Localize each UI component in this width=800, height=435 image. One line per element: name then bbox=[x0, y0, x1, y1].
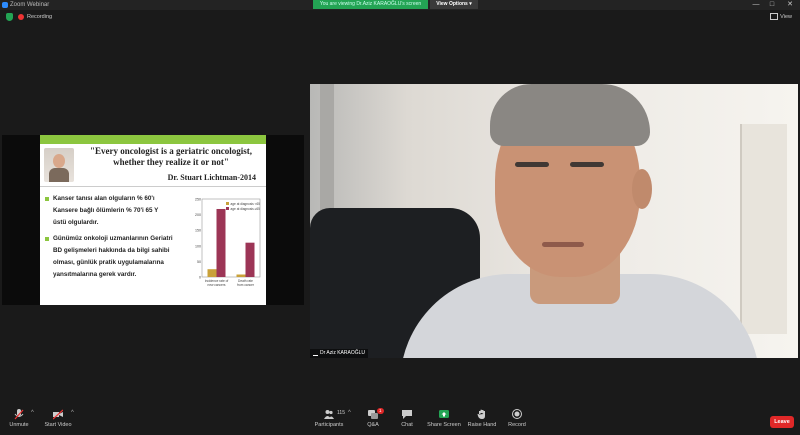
speaker-brow bbox=[570, 162, 604, 167]
raise-hand-label: Raise Hand bbox=[467, 422, 497, 428]
signal-icon bbox=[313, 350, 318, 356]
chat-label: Chat bbox=[401, 422, 413, 428]
quote-line-1: "Every oncologist is a geriatric oncolog… bbox=[90, 146, 252, 156]
bullet-text: üstü olgulardır. bbox=[53, 219, 99, 226]
share-screen-icon bbox=[439, 410, 449, 418]
speaker-name-tag: Dr Aziz KARAOĞLU bbox=[310, 349, 369, 358]
legend-label: age at diagnosis <65 bbox=[231, 202, 261, 206]
bullet-text: Günümüz onkoloji uzmanlarının Geriatri bbox=[53, 235, 173, 242]
title-bar: Zoom Webinar You are viewing Dr.Aziz KAR… bbox=[0, 0, 800, 10]
chart-bar bbox=[245, 242, 255, 277]
start-video-label: Start Video bbox=[44, 422, 72, 428]
slide-header-bar bbox=[40, 135, 266, 144]
portrait-photo bbox=[44, 148, 74, 182]
bullet-text: Kanser tanısı alan olguların % 60'ı bbox=[53, 195, 155, 202]
slide-chart: 250 200 150 100 50 0 Incidence rate of new canc… bbox=[188, 193, 264, 301]
shield-icon[interactable] bbox=[6, 13, 13, 21]
x-tick-label: new cancers bbox=[208, 283, 226, 287]
slide-bullets: Kanser tanısı alan olguların % 60'ı Kans… bbox=[44, 193, 184, 285]
legend-label: age at diagnosis ≥65 bbox=[231, 207, 261, 211]
bullet-text: olması, günlük pratik uygulamalarına bbox=[53, 259, 164, 266]
presentation-slide: "Every oncologist is a geriatric oncolog… bbox=[40, 135, 266, 305]
close-button[interactable]: ✕ bbox=[782, 0, 798, 10]
unmute-button[interactable]: Unmute bbox=[0, 409, 41, 428]
video-options-chevron-icon[interactable]: ^ bbox=[71, 410, 74, 416]
speaker-name: Dr Aziz KARAOĞLU bbox=[320, 350, 366, 356]
chart-bar bbox=[207, 269, 217, 277]
bullet-item: Kanser tanısı alan olguların % 60'ı Kans… bbox=[44, 193, 184, 229]
legend-swatch bbox=[226, 202, 229, 205]
y-tick-label: 50 bbox=[197, 260, 201, 264]
bullet-text: BD gelişmeleri hakkında da bilgi sahibi bbox=[53, 247, 170, 254]
quote-line-2: whether they realize it or not" bbox=[113, 157, 229, 167]
portrait-body bbox=[49, 168, 69, 182]
y-tick-label: 100 bbox=[195, 244, 201, 248]
shared-screen: "Every oncologist is a geriatric oncolog… bbox=[2, 135, 304, 305]
meeting-toolbar: Unmute ^ Start Video ^ Participants 115 … bbox=[0, 405, 800, 435]
chart-bar bbox=[236, 274, 246, 277]
unmute-label: Unmute bbox=[9, 422, 29, 428]
y-tick-label: 200 bbox=[195, 213, 201, 217]
speaker-ear bbox=[632, 169, 652, 209]
minimize-button[interactable]: — bbox=[748, 0, 764, 10]
window-title: Zoom Webinar bbox=[10, 2, 50, 8]
speaker-brow bbox=[515, 162, 549, 167]
share-screen-label: Share Screen bbox=[427, 422, 461, 428]
video-camera-off-icon bbox=[53, 409, 63, 420]
bullet-text: yansıtmalarına gerek vardır. bbox=[53, 271, 137, 278]
speaker-video[interactable]: Dr Aziz KARAOĞLU bbox=[310, 84, 798, 358]
bullet-item: Günümüz onkoloji uzmanlarının Geriatri B… bbox=[44, 233, 184, 281]
participants-icon bbox=[324, 410, 334, 419]
audio-options-chevron-icon[interactable]: ^ bbox=[31, 410, 34, 416]
y-tick-label: 0 bbox=[199, 276, 201, 280]
grid-icon bbox=[770, 13, 779, 21]
slide-divider bbox=[40, 186, 266, 187]
chart-bar bbox=[216, 208, 226, 277]
portrait-face bbox=[53, 154, 65, 168]
record-label: Record bbox=[508, 422, 526, 428]
participants-count: 115 bbox=[337, 410, 345, 416]
quote-signature: Dr. Stuart Lichtman-2014 bbox=[167, 173, 256, 182]
record-icon bbox=[512, 409, 522, 419]
legend-swatch bbox=[226, 207, 229, 210]
slide-quote: "Every oncologist is a geriatric oncolog… bbox=[78, 146, 264, 168]
speaker-mouth bbox=[542, 242, 584, 247]
bullet-text: Kansere bağlı ölümlerin % 70'i 65 Y bbox=[53, 207, 159, 214]
maximize-button[interactable]: □ bbox=[764, 0, 780, 10]
y-tick-label: 250 bbox=[195, 198, 201, 202]
recording-label: Recording bbox=[27, 14, 53, 20]
viewing-banner: You are viewing Dr.Aziz KARAOĞLU's scree… bbox=[313, 0, 428, 9]
x-tick-label: from cancer bbox=[237, 283, 255, 287]
participants-label: Participants bbox=[314, 422, 344, 428]
bar-chart: 250200150100500Incidence rate ofnew canc… bbox=[195, 198, 261, 287]
chat-icon bbox=[402, 410, 412, 419]
record-button[interactable]: Record bbox=[495, 409, 539, 428]
view-options-button[interactable]: View Options ▾ bbox=[430, 0, 478, 9]
meeting-top-row: Recording View bbox=[0, 11, 800, 23]
view-button[interactable]: View bbox=[770, 12, 792, 22]
microphone-muted-icon bbox=[14, 409, 24, 420]
y-tick-label: 150 bbox=[195, 229, 201, 233]
speaker-hair bbox=[490, 84, 650, 146]
video-window-frame bbox=[740, 124, 787, 334]
raise-hand-icon bbox=[477, 409, 485, 419]
zoom-app-icon bbox=[2, 2, 8, 8]
recording-icon bbox=[18, 14, 24, 20]
view-label: View bbox=[780, 14, 792, 20]
qa-label: Q&A bbox=[367, 422, 379, 428]
leave-button[interactable]: Leave bbox=[770, 416, 794, 428]
qa-badge: 1 bbox=[377, 408, 384, 414]
